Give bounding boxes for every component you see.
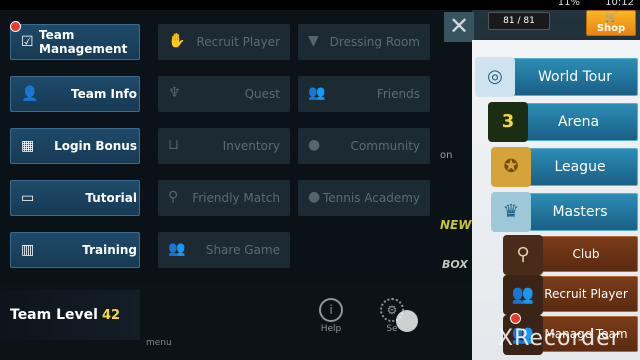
friendly-match-button[interactable]: ⚲ Friendly Match [158, 180, 290, 216]
racket-icon: ⚲ [168, 189, 179, 205]
share-game-button[interactable]: 👥 Share Game [158, 232, 290, 268]
academy-icon: ● [308, 189, 321, 205]
court-icon: ▥ [21, 242, 35, 258]
touch-indicator [396, 310, 418, 332]
community-button[interactable]: ● Community [298, 128, 430, 164]
close-button[interactable]: ✕ [444, 12, 474, 42]
team-info-label: Team Info [71, 87, 137, 101]
calendar-icon: ▦ [21, 138, 35, 154]
notification-dot [10, 21, 21, 32]
bg-menu-label: menu [146, 338, 172, 348]
dressing-room-label: Dressing Room [329, 35, 420, 49]
settings-label: Se [386, 324, 398, 334]
world-tour-label: World Tour [538, 69, 612, 85]
help-label: Help [320, 324, 342, 334]
inventory-label: Inventory [222, 139, 280, 153]
team-level-value: 42 [101, 307, 121, 323]
chat-icon: ● [308, 137, 321, 153]
tennis-academy-label: Tennis Academy [322, 191, 420, 205]
inventory-button[interactable]: ⊔ Inventory [158, 128, 290, 164]
dressing-room-button[interactable]: ▼ Dressing Room [298, 24, 430, 60]
close-icon: ✕ [448, 12, 470, 40]
login-bonus-label: Login Bonus [54, 139, 137, 153]
stamina-value: 81 / 81 [503, 16, 535, 26]
clipboard-icon: ☑ [21, 34, 34, 50]
world-tour-button[interactable]: ◎ World Tour [475, 57, 638, 97]
manage-team-notification-dot [510, 313, 521, 324]
bg-new-label: NEW [440, 218, 472, 232]
help-button[interactable]: i Help [311, 298, 351, 334]
handshake-icon: ✋ [168, 33, 186, 49]
friends-icon: 👥 [308, 85, 326, 101]
recruit-player-label: Recruit Player [196, 35, 280, 49]
training-button[interactable]: ▥ Training [10, 232, 140, 268]
status-bar: 11% 10:12 [0, 0, 640, 10]
league-label: League [554, 159, 606, 175]
team-management-button[interactable]: ☑ Team Management [10, 24, 140, 60]
shop-button[interactable]: 🛒 Shop [586, 10, 636, 36]
recruit-player-side-button[interactable]: 👥 Recruit Player [503, 275, 638, 315]
team-level-panel: Team Level 42 [0, 290, 140, 340]
info-icon: i [319, 298, 343, 322]
community-label: Community [350, 139, 420, 153]
quest-button[interactable]: ♆ Quest [158, 76, 290, 112]
clock: 10:12 [605, 0, 634, 8]
club-button[interactable]: ⚲ Club [503, 235, 638, 275]
share-game-label: Share Game [205, 243, 280, 257]
battery-label: 11% [557, 0, 580, 8]
league-button[interactable]: ✪ League [491, 147, 638, 187]
recorder-watermark: XRecorder [498, 326, 621, 351]
trophy-icon: ♆ [168, 85, 181, 101]
tutorial-label: Tutorial [85, 191, 137, 205]
recruit-player-button[interactable]: ✋ Recruit Player [158, 24, 290, 60]
club-label: Club [572, 247, 600, 261]
arena-button[interactable]: 3 Arena [488, 102, 638, 142]
tennis-academy-button[interactable]: ● Tennis Academy [298, 180, 430, 216]
inbox-icon: ⊔ [168, 137, 179, 153]
masters-label: Masters [552, 204, 608, 220]
quest-label: Quest [244, 87, 280, 101]
recruit-player-side-label: Recruit Player [544, 287, 628, 301]
bg-box-label: BOX [442, 258, 468, 271]
login-bonus-button[interactable]: ▦ Login Bonus [10, 128, 140, 164]
share-icon: 👥 [168, 241, 186, 257]
shop-label: Shop [596, 23, 626, 34]
stamina-counter: 81 / 81 [488, 12, 550, 30]
friends-button[interactable]: 👥 Friends [298, 76, 430, 112]
bg-on-label: on [440, 150, 453, 161]
friends-label: Friends [376, 87, 420, 101]
team-info-button[interactable]: 👤 Team Info [10, 76, 140, 112]
cart-icon: 🛒 [605, 12, 618, 23]
masters-button[interactable]: ♛ Masters [491, 192, 638, 232]
team-management-label: Team Management [39, 28, 128, 56]
training-label: Training [82, 243, 137, 257]
arena-label: Arena [557, 114, 600, 130]
shirt-icon: ▼ [308, 33, 319, 49]
team-level-label: Team Level [10, 307, 98, 323]
book-icon: ▭ [21, 190, 35, 206]
tutorial-button[interactable]: ▭ Tutorial [10, 180, 140, 216]
person-icon: 👤 [21, 86, 39, 102]
friendly-match-label: Friendly Match [192, 191, 280, 205]
